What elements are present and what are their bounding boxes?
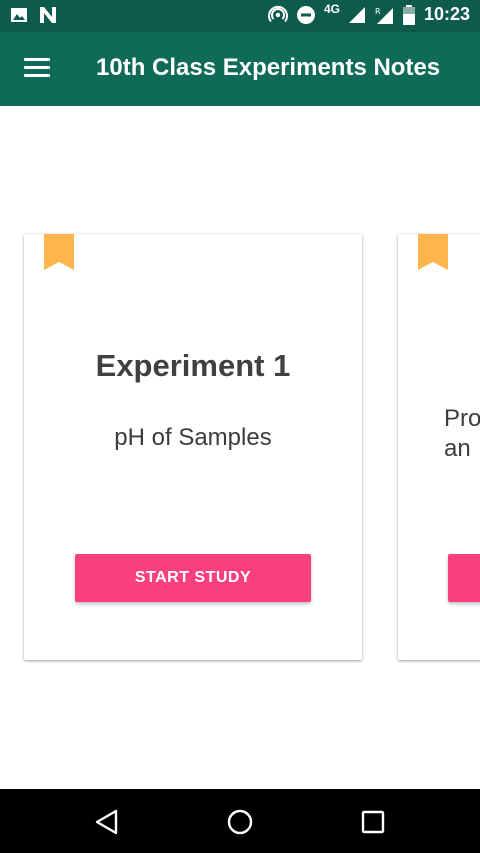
signal-icon <box>348 6 365 23</box>
hamburger-menu-icon[interactable] <box>24 58 50 80</box>
experiment-card-next[interactable]: Pro an <box>398 234 480 660</box>
network-type-label: 4G <box>323 1 340 16</box>
experiment-subtitle: pH of Samples <box>114 424 272 451</box>
bookmark-icon[interactable] <box>44 234 74 272</box>
start-study-button[interactable]: START STUDY <box>75 554 311 602</box>
start-study-button-peek[interactable] <box>448 554 480 602</box>
svg-text:R: R <box>375 7 381 16</box>
app-title: 10th Class Experiments Notes <box>96 54 441 81</box>
home-icon[interactable] <box>225 807 255 837</box>
battery-icon <box>402 4 415 25</box>
do-not-disturb-icon <box>296 5 315 24</box>
recents-icon[interactable] <box>358 807 388 837</box>
experiment-subtitle-peek: Pro an <box>444 405 480 462</box>
hotspot-icon <box>267 5 288 22</box>
bookmark-icon[interactable] <box>418 234 448 272</box>
app-bar: 10th Class Experiments Notes <box>0 32 480 106</box>
status-bar-left <box>10 6 58 24</box>
back-icon[interactable] <box>92 807 122 837</box>
experiment-title: Experiment 1 <box>95 348 291 383</box>
status-bar-right: 4G R 10:23 <box>267 1 470 25</box>
system-nav-bar <box>0 789 480 853</box>
n-notification-icon <box>40 7 56 23</box>
experiment-card[interactable]: Experiment 1 pH of Samples START STUDY <box>24 234 362 660</box>
clock-time: 10:23 <box>423 4 470 24</box>
content-area: Experiment 1 pH of Samples START STUDY P… <box>0 106 480 789</box>
image-icon <box>11 8 27 22</box>
status-bar: 4G R 10:23 <box>0 0 480 32</box>
experiment-card-pager[interactable]: Experiment 1 pH of Samples START STUDY P… <box>0 210 480 688</box>
roaming-signal-icon: R <box>375 7 393 24</box>
